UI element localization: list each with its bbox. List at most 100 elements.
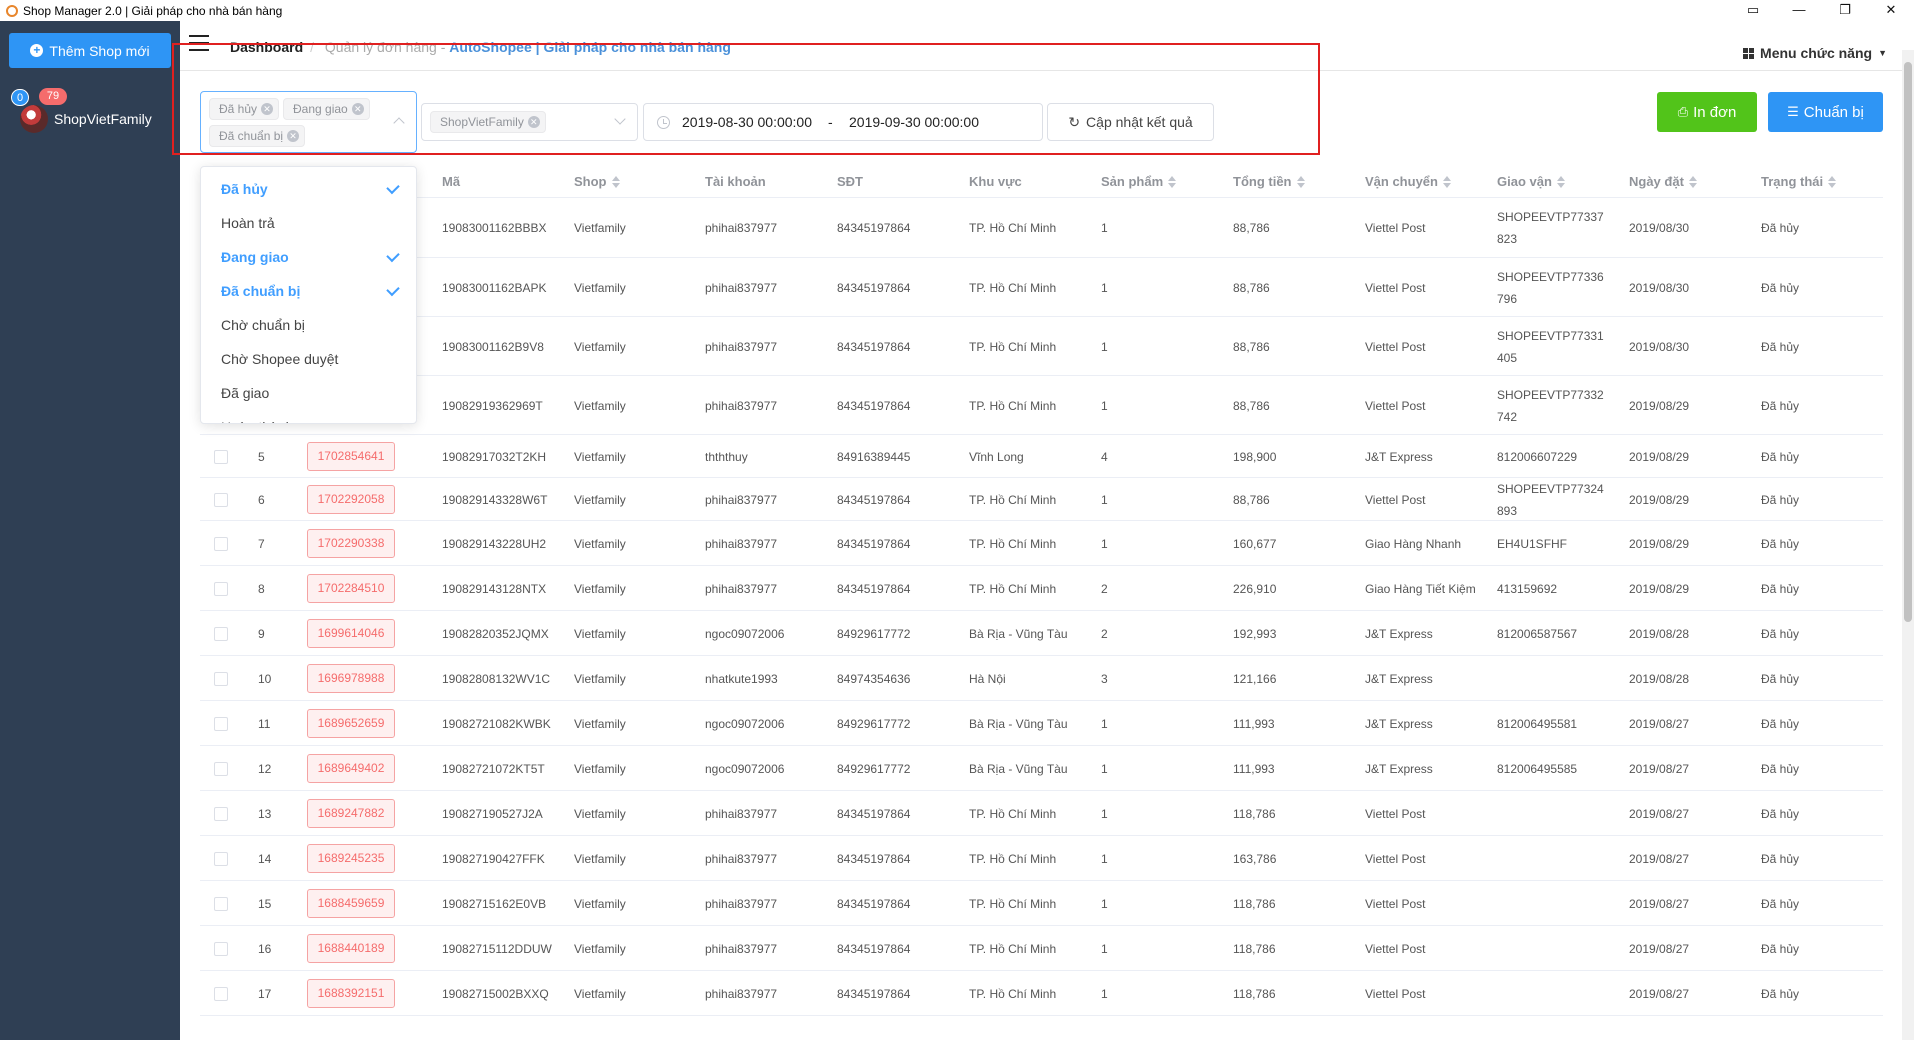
order-id-link[interactable]: 1688459659 [307,888,395,918]
row-checkbox[interactable] [214,492,228,507]
row-checkbox[interactable] [214,449,228,464]
order-id-link[interactable]: 1688440189 [307,933,395,963]
vertical-scrollbar[interactable] [1902,50,1914,1040]
table-row[interactable]: 12 1689649402 19082721072KT5T Vietfamily ngo… [200,746,1883,791]
row-checkbox[interactable] [214,941,228,956]
cell-date: 2019/08/28 [1629,671,1690,686]
order-id-link[interactable]: 1689649402 [307,753,395,783]
cell-shop: Vietfamily [574,716,626,731]
tag-close-icon[interactable]: ✕ [287,130,300,142]
table-row[interactable]: 13 1689247882 190827190527J2A Vietfamily phi… [200,791,1883,836]
tag-close-icon[interactable]: ✕ [261,103,274,115]
cell-account: phihai837977 [705,398,778,413]
cell-region: Bà Rịa - Vũng Tàu [969,626,1068,641]
order-id-link[interactable]: 1702292058 [307,484,395,514]
dropdown-option[interactable]: Đang giao [201,240,416,274]
order-id-link[interactable]: 1689247882 [307,798,395,828]
order-id-link[interactable]: 1699614046 [307,618,395,648]
row-checkbox[interactable] [214,851,228,866]
check-icon [386,248,400,263]
col-header-status[interactable]: Trạng thái [1761,174,1837,189]
chevron-down-icon [614,113,626,125]
minimize-button[interactable]: — [1776,0,1822,21]
shop-select[interactable]: ShopVietFamily ✕ [421,103,638,141]
breadcrumb-dashboard[interactable]: Dashboard [230,39,303,55]
dropdown-option[interactable]: Đã giao [201,376,416,410]
date-range-picker[interactable]: 2019-08-30 00:00:00 - 2019-09-30 00:00:0… [643,103,1043,141]
sidebar-item-shop[interactable]: 0 79 ShopVietFamily [10,87,175,133]
row-checkbox[interactable] [214,806,228,821]
cell-code: 19082715162E0VB [442,896,547,911]
table-row[interactable]: 319083001162B9V8Vietfamilyphihai83797784… [200,317,1883,376]
order-id-link[interactable]: 1702284510 [307,573,395,603]
col-header-phone[interactable]: SĐT [837,174,863,189]
order-id-link[interactable]: 1702290338 [307,528,395,558]
table-row[interactable]: 419082919362969TVietfamilyphihai83797784… [200,376,1883,435]
cell-products: 2 [1101,626,1108,641]
cell-products: 1 [1101,280,1108,295]
table-row[interactable]: 6 1702292058 190829143328W6T Vietfamily phih… [200,478,1883,521]
col-header-delivery[interactable]: Giao vận [1497,174,1565,189]
date-from[interactable]: 2019-08-30 00:00:00 [682,114,812,130]
cell-account: phihai837977 [705,851,778,866]
order-id-link[interactable]: 1696978988 [307,663,395,693]
print-orders-button[interactable]: ⎙ In đơn [1657,92,1757,132]
order-id-link[interactable]: 1689652659 [307,708,395,738]
table-row[interactable]: 14 1689245235 190827190427FFK Vietfamily phi… [200,836,1883,881]
date-to[interactable]: 2019-09-30 00:00:00 [849,114,979,130]
row-index: 12 [258,761,272,776]
row-checkbox[interactable] [214,626,228,641]
row-index: 11 [258,716,271,731]
table-row[interactable]: 15 1688459659 19082715162E0VB Vietfamily phi… [200,881,1883,926]
table-row[interactable]: 7 1702290338 190829143228UH2 Vietfamily phih… [200,521,1883,566]
dropdown-option[interactable]: Chờ Shopee duyệt [201,342,416,376]
dropdown-option[interactable]: Hoàn trả [201,206,416,240]
col-header-shop[interactable]: Shop [574,174,620,189]
tag-close-icon[interactable]: ✕ [527,116,540,128]
col-header-account[interactable]: Tài khoản [705,174,766,189]
cell-tracking: EH4U1SFHF [1497,536,1568,551]
restore-button[interactable]: ❐ [1822,0,1868,21]
close-button[interactable]: ✕ [1868,0,1914,21]
col-header-products[interactable]: Sản phẩm [1101,174,1177,189]
col-header-shipping[interactable]: Vận chuyển [1365,174,1451,189]
row-checkbox[interactable] [214,716,228,731]
col-header-date[interactable]: Ngày đặt [1629,174,1697,189]
dropdown-option[interactable]: Chờ chuẩn bị [201,308,416,342]
prepare-orders-button[interactable]: ☰ Chuẩn bị [1768,92,1883,132]
add-shop-button[interactable]: + Thêm Shop mới [9,33,171,68]
col-header-total[interactable]: Tổng tiền [1233,174,1305,189]
cast-icon[interactable]: ▭ [1730,0,1776,21]
table-row[interactable]: 10 1696978988 19082808132WV1C Vietfamily nha… [200,656,1883,701]
row-checkbox[interactable] [214,536,228,551]
order-id-link[interactable]: 1688392151 [307,978,395,1008]
row-checkbox[interactable] [214,986,228,1001]
table-row[interactable]: 219083001162BAPKVietfamilyphihai83797784… [200,258,1883,317]
col-header-code[interactable]: Mã [442,174,460,189]
table-row[interactable]: 5 1702854641 19082917032T2KH Vietfamily thth… [200,435,1883,478]
dropdown-option[interactable]: Đã hủy [201,172,416,206]
cell-total: 118,786 [1233,986,1276,1001]
status-multiselect[interactable]: Đã hủy ✕ Đang giao ✕ Đã chuẩn bị ✕ [200,91,417,153]
row-checkbox[interactable] [214,896,228,911]
table-row[interactable]: 11 1689652659 19082721082KWBK Vietfamily ngo… [200,701,1883,746]
hamburger-menu-icon[interactable] [189,35,209,51]
row-checkbox[interactable] [214,761,228,776]
table-row[interactable]: 17 1688392151 19082715002BXXQ Vietfamily phi… [200,971,1883,1016]
row-checkbox[interactable] [214,581,228,596]
order-id-link[interactable]: 1689245235 [307,843,395,873]
function-menu[interactable]: Menu chức năng ▼ [1743,45,1887,61]
dropdown-option[interactable]: Đã chuẩn bị [201,274,416,308]
order-id-link[interactable]: 1702854641 [307,441,395,471]
breadcrumb-app: AutoShopee [449,39,532,55]
table-row[interactable]: 1 19083001162BBBX Vietfamily phihai837977 84… [200,198,1883,258]
tag-close-icon[interactable]: ✕ [351,103,364,115]
update-results-button[interactable]: ↻ Cập nhật kết quả [1047,103,1214,141]
col-header-region[interactable]: Khu vực [969,174,1022,189]
dropdown-option[interactable]: Hoàn thành [201,410,416,423]
table-row[interactable]: 8 1702284510 190829143128NTX Vietfamily phih… [200,566,1883,611]
table-row[interactable]: 16 1688440189 19082715112DDUW Vietfamily phi… [200,926,1883,971]
table-row[interactable]: 9 1699614046 19082820352JQMX Vietfamily ngoc… [200,611,1883,656]
row-checkbox[interactable] [214,671,228,686]
cell-carrier: J&T Express [1365,716,1433,731]
